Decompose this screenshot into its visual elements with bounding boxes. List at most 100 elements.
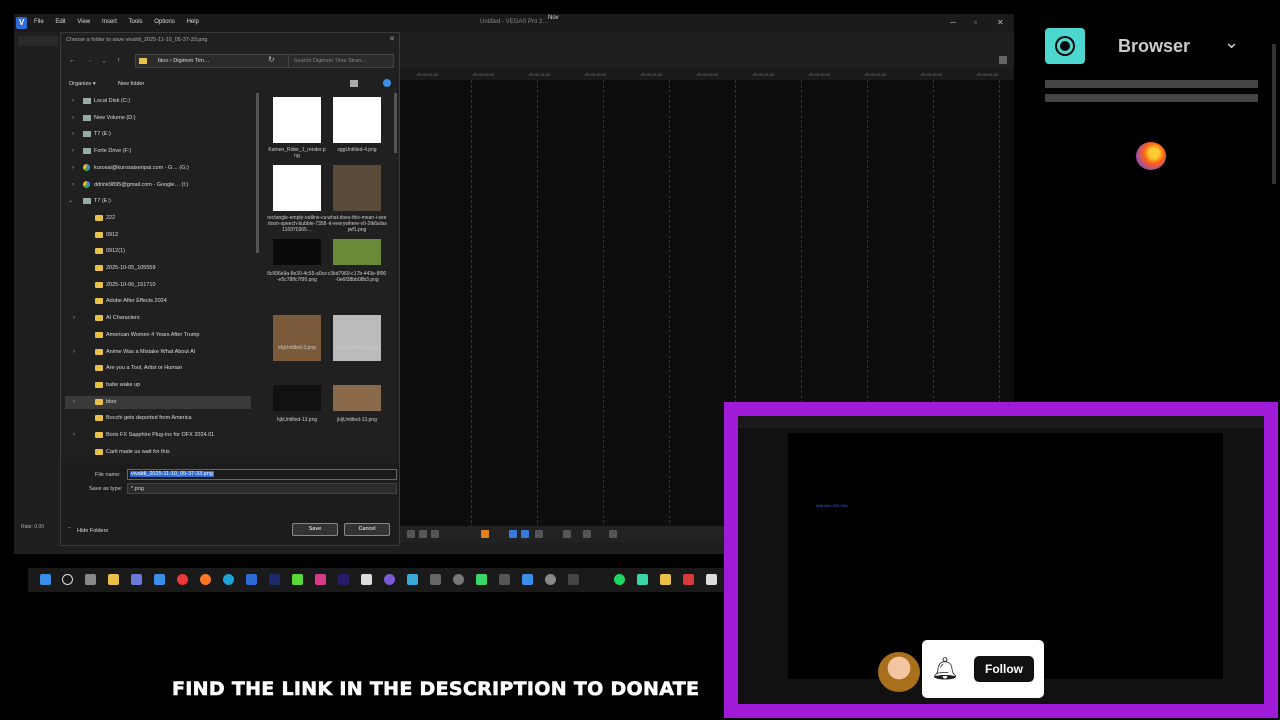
app-icon[interactable]: [499, 574, 510, 585]
tree-item[interactable]: Carti made us wait for this: [61, 446, 251, 458]
play-icon[interactable]: [407, 530, 415, 538]
tree-item[interactable]: 222: [61, 212, 251, 224]
file-thumbnail[interactable]: [273, 315, 321, 361]
save-button[interactable]: Save: [292, 523, 338, 536]
chevron-right-icon[interactable]: ›: [72, 95, 74, 107]
view-icon[interactable]: [350, 80, 358, 87]
minimize-icon[interactable]: ─: [950, 18, 956, 27]
app-icon[interactable]: [660, 574, 671, 585]
stop-icon[interactable]: [431, 530, 439, 538]
tree-item[interactable]: ⌄ T7 (E:): [61, 195, 251, 207]
refresh-icon[interactable]: ↻: [268, 55, 275, 64]
edge-icon[interactable]: [223, 574, 234, 585]
after-effects-icon[interactable]: [338, 574, 349, 585]
envelope-icon[interactable]: [535, 530, 543, 538]
chevron-right-icon[interactable]: ›: [72, 112, 74, 124]
file-thumbnail[interactable]: [273, 385, 321, 411]
file-thumbnail[interactable]: [333, 315, 381, 361]
tree-item[interactable]: Are you a Tool, Artist or Human: [61, 362, 251, 374]
folder-tree[interactable]: › Local Disk (C:) › New Volume (D:) › T7 (E:)…: [61, 93, 256, 465]
spotify-icon[interactable]: [614, 574, 625, 585]
snap-icon[interactable]: [509, 530, 517, 538]
file-thumbnail[interactable]: [273, 97, 321, 143]
tree-item[interactable]: 2025-10-05_105559: [61, 262, 251, 274]
recent-icon[interactable]: ⌄: [101, 57, 107, 65]
file-grid[interactable]: Kamen_Rider_1_render.png sggUntitled-4.pn…: [261, 93, 396, 465]
hide-folders-chevron-icon[interactable]: ⌃: [67, 527, 72, 533]
app-icon[interactable]: [430, 574, 441, 585]
chevron-right-icon[interactable]: ›: [72, 145, 74, 157]
search-icon[interactable]: [62, 574, 73, 585]
windows-start-icon[interactable]: [40, 574, 51, 585]
file-thumbnail[interactable]: [333, 165, 381, 211]
chevron-right-icon[interactable]: ›: [73, 429, 75, 441]
marker-icon[interactable]: [481, 530, 489, 538]
pause-icon[interactable]: [419, 530, 427, 538]
up-icon[interactable]: ↑: [117, 57, 121, 64]
browser-source-icon[interactable]: [1045, 28, 1085, 64]
app-icon[interactable]: [522, 574, 533, 585]
tree-item[interactable]: American Women 4 Years After Trump: [61, 329, 251, 341]
task-view-icon[interactable]: [85, 574, 96, 585]
chevron-right-icon[interactable]: ›: [72, 179, 74, 191]
new-folder-button[interactable]: New folder: [118, 81, 144, 87]
bell-icon[interactable]: 🔔︎: [930, 654, 960, 684]
chevron-down-icon[interactable]: ⌄: [68, 195, 73, 207]
app-icon[interactable]: [292, 574, 303, 585]
photoshop-icon[interactable]: [269, 574, 280, 585]
app-icon[interactable]: [637, 574, 648, 585]
tree-item[interactable]: › AI Characters: [61, 312, 251, 324]
tree-item[interactable]: Bocchi gets deported from America: [61, 412, 251, 424]
todo-icon[interactable]: [154, 574, 165, 585]
tree-item[interactable]: babe wake up: [61, 379, 251, 391]
tree-item[interactable]: › Anime Was a Mistake What About AI: [61, 346, 251, 358]
file-explorer-icon[interactable]: [108, 574, 119, 585]
file-thumbnail[interactable]: [333, 239, 381, 265]
app-icon[interactable]: [476, 574, 487, 585]
tree-item[interactable]: Adobe After Effects 2024: [61, 295, 251, 307]
tree-item[interactable]: › ddrink9895@gmail.com - Google… (I:): [61, 179, 251, 191]
follow-button[interactable]: Follow: [974, 656, 1034, 682]
menu-view[interactable]: View: [77, 19, 90, 25]
tree-item[interactable]: › Local Disk (C:): [61, 95, 251, 107]
zoom-icon[interactable]: [563, 530, 571, 538]
tree-item[interactable]: › bloo: [61, 395, 251, 409]
menu-options[interactable]: Options: [154, 19, 175, 25]
menu-insert[interactable]: Insert: [102, 19, 117, 25]
file-thumbnail[interactable]: [273, 165, 321, 211]
tree-item[interactable]: 0912: [61, 229, 251, 241]
chevron-right-icon[interactable]: ›: [73, 396, 75, 408]
menu-file[interactable]: File: [34, 19, 44, 25]
back-icon[interactable]: ←: [69, 57, 76, 64]
tree-item[interactable]: › T7 (E:): [61, 128, 251, 140]
search-input[interactable]: Search Digimon Time Stran…: [288, 54, 394, 68]
file-thumbnail[interactable]: [273, 239, 321, 265]
app-icon[interactable]: [407, 574, 418, 585]
firefox-icon[interactable]: [200, 574, 211, 585]
hide-folders-button[interactable]: Hide Folders: [77, 528, 108, 534]
chevron-right-icon[interactable]: ›: [72, 162, 74, 174]
close-icon[interactable]: ✕: [997, 18, 1004, 27]
tree-item[interactable]: 0912(1): [61, 245, 251, 257]
app-icon[interactable]: [545, 574, 556, 585]
split-icon[interactable]: [609, 530, 617, 538]
files-scrollbar[interactable]: [394, 93, 397, 153]
tree-item[interactable]: › Boris FX Sapphire Plug-ins for OFX 2024…: [61, 429, 251, 441]
chevron-right-icon[interactable]: ›: [73, 312, 75, 324]
edit-tool-icon[interactable]: [521, 530, 529, 538]
panel-scrollbar[interactable]: [1272, 44, 1276, 184]
tree-item[interactable]: 2025-10-06_151710: [61, 279, 251, 291]
forward-icon[interactable]: →: [86, 57, 93, 64]
steam-icon[interactable]: [361, 574, 372, 585]
chevron-right-icon[interactable]: ›: [72, 128, 74, 140]
lock-icon[interactable]: [583, 530, 591, 538]
menu-edit[interactable]: Edit: [55, 19, 65, 25]
menu-tools[interactable]: Tools: [129, 19, 143, 25]
file-name-input[interactable]: vivaldi_2025-11-10_05-37-33.png: [127, 469, 397, 480]
app-icon[interactable]: [453, 574, 464, 585]
file-thumbnail[interactable]: [333, 97, 381, 143]
help-icon[interactable]: [383, 79, 391, 87]
tree-item[interactable]: › New Volume (D:): [61, 112, 251, 124]
scroll-marker-icon[interactable]: [999, 56, 1007, 64]
tree-scrollbar[interactable]: [256, 93, 259, 253]
